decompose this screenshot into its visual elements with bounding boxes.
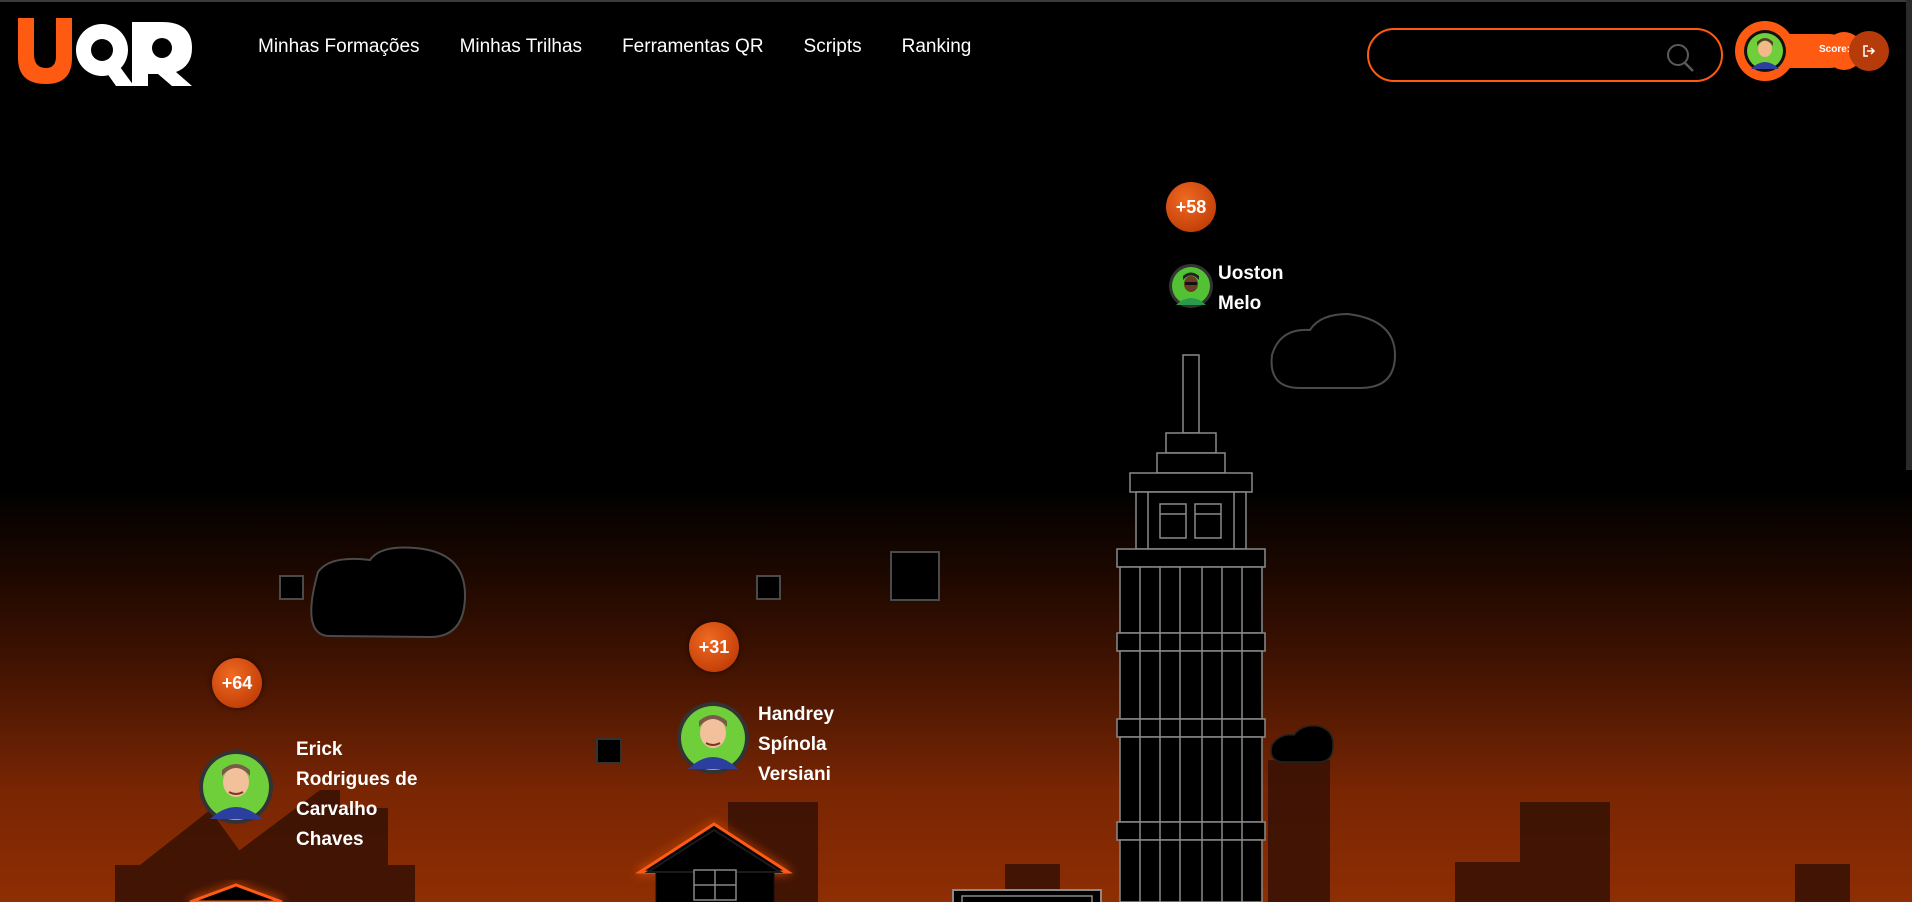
uqr-logo[interactable] (16, 12, 194, 88)
nav-minhas-formacoes[interactable]: Minhas Formações (258, 36, 420, 58)
nav-minhas-trilhas[interactable]: Minhas Trilhas (460, 36, 583, 58)
points-badge: +64 (212, 658, 262, 708)
user-panel: Score: (1735, 21, 1889, 81)
search-icon[interactable] (1665, 42, 1695, 72)
ranking-player[interactable]: Erick Rodrigues de Carvalho Chaves (198, 735, 417, 855)
score-label: Score: (1819, 44, 1851, 55)
player-avatar (199, 750, 273, 824)
avatar-icon[interactable] (1743, 29, 1787, 73)
player-name: Handrey Spínola Versiani (758, 704, 835, 785)
nav-ferramentas-qr[interactable]: Ferramentas QR (622, 36, 763, 58)
points-badge: +31 (689, 622, 739, 672)
player-avatar (1169, 264, 1213, 308)
main-nav: Minhas Formações Minhas Trilhas Ferramen… (258, 36, 971, 58)
nav-ranking[interactable]: Ranking (902, 36, 972, 58)
ranking-player[interactable]: Handrey Spínola Versiani (676, 700, 834, 790)
nav-scripts[interactable]: Scripts (804, 36, 862, 58)
ranking-player[interactable]: Uoston Melo (1168, 259, 1283, 319)
logout-button[interactable] (1849, 31, 1889, 71)
points-badge: +58 (1166, 182, 1216, 232)
player-name: Uoston Melo (1218, 263, 1284, 314)
search-box (1367, 28, 1723, 82)
search-input[interactable] (1389, 42, 1653, 70)
logout-icon (1863, 45, 1876, 57)
player-avatar (677, 702, 749, 774)
player-name: Erick Rodrigues de Carvalho Chaves (296, 739, 418, 850)
